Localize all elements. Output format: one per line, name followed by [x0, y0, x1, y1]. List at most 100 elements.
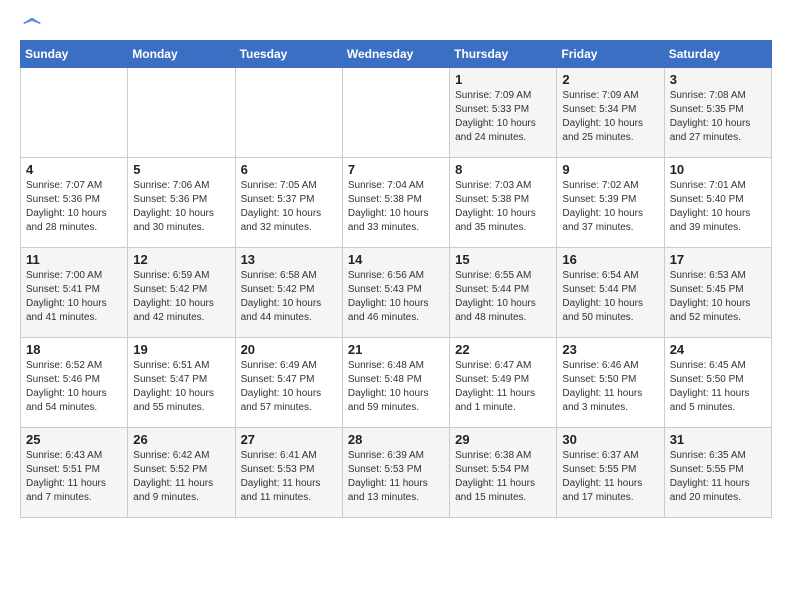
day-number: 28 [348, 432, 444, 447]
day-number: 1 [455, 72, 551, 87]
day-header-saturday: Saturday [664, 41, 771, 68]
calendar-cell: 2 Sunrise: 7:09 AM Sunset: 5:34 PM Daylig… [557, 68, 664, 158]
cell-content: Sunrise: 6:35 AM Sunset: 5:55 PM Dayligh… [670, 449, 766, 505]
calendar-cell: 16 Sunrise: 6:54 AM Sunset: 5:44 PM Dayli… [557, 248, 664, 338]
day-header-thursday: Thursday [450, 41, 557, 68]
cell-content: Sunrise: 7:09 AM Sunset: 5:33 PM Dayligh… [455, 89, 551, 145]
calendar-cell: 8 Sunrise: 7:03 AM Sunset: 5:38 PM Daylig… [450, 158, 557, 248]
calendar-cell: 1 Sunrise: 7:09 AM Sunset: 5:33 PM Daylig… [450, 68, 557, 158]
calendar-cell: 3 Sunrise: 7:08 AM Sunset: 5:35 PM Daylig… [664, 68, 771, 158]
cell-content: Sunrise: 6:49 AM Sunset: 5:47 PM Dayligh… [241, 359, 337, 415]
calendar-cell: 28 Sunrise: 6:39 AM Sunset: 5:53 PM Dayli… [342, 428, 449, 518]
calendar-cell: 7 Sunrise: 7:04 AM Sunset: 5:38 PM Daylig… [342, 158, 449, 248]
cell-content: Sunrise: 7:08 AM Sunset: 5:35 PM Dayligh… [670, 89, 766, 145]
calendar-cell: 24 Sunrise: 6:45 AM Sunset: 5:50 PM Dayli… [664, 338, 771, 428]
day-number: 16 [562, 252, 658, 267]
week-row-2: 4Sunrise: 7:07 AM Sunset: 5:36 PM Daylig… [21, 158, 772, 248]
logo-icon [22, 16, 42, 36]
calendar-cell: 12 Sunrise: 6:59 AM Sunset: 5:42 PM Dayli… [128, 248, 235, 338]
logo [20, 20, 42, 30]
cell-content: Sunrise: 6:37 AM Sunset: 5:55 PM Dayligh… [562, 449, 658, 505]
calendar-cell: 18 Sunrise: 6:52 AM Sunset: 5:46 PM Dayli… [21, 338, 128, 428]
calendar-cell: 25 Sunrise: 6:43 AM Sunset: 5:51 PM Dayli… [21, 428, 128, 518]
calendar-cell: 22Sunrise: 6:47 AM Sunset: 5:49 PM Dayli… [450, 338, 557, 428]
day-number: 21 [348, 342, 444, 357]
day-number: 3 [670, 72, 766, 87]
calendar-cell: 26Sunrise: 6:42 AM Sunset: 5:52 PM Dayli… [128, 428, 235, 518]
calendar-table: SundayMondayTuesdayWednesdayThursdayFrid… [20, 40, 772, 518]
day-number: 31 [670, 432, 766, 447]
cell-content: Sunrise: 6:55 AM Sunset: 5:44 PM Dayligh… [455, 269, 551, 325]
cell-content: Sunrise: 6:39 AM Sunset: 5:53 PM Dayligh… [348, 449, 444, 505]
calendar-cell: 6 Sunrise: 7:05 AM Sunset: 5:37 PM Daylig… [235, 158, 342, 248]
calendar-cell [128, 68, 235, 158]
day-number: 26 [133, 432, 229, 447]
page-header [20, 20, 772, 30]
day-number: 23 [562, 342, 658, 357]
calendar-cell: 30 Sunrise: 6:37 AM Sunset: 5:55 PM Dayli… [557, 428, 664, 518]
week-row-3: 11 Sunrise: 7:00 AM Sunset: 5:41 PM Dayli… [21, 248, 772, 338]
cell-content: Sunrise: 7:02 AM Sunset: 5:39 PM Dayligh… [562, 179, 658, 235]
cell-content: Sunrise: 6:38 AM Sunset: 5:54 PM Dayligh… [455, 449, 551, 505]
day-number: 15 [455, 252, 551, 267]
cell-content: Sunrise: 7:01 AM Sunset: 5:40 PM Dayligh… [670, 179, 766, 235]
cell-content: Sunrise: 7:04 AM Sunset: 5:38 PM Dayligh… [348, 179, 444, 235]
cell-content: Sunrise: 6:48 AM Sunset: 5:48 PM Dayligh… [348, 359, 444, 415]
day-number: 29 [455, 432, 551, 447]
day-number: 17 [670, 252, 766, 267]
cell-content: Sunrise: 6:52 AM Sunset: 5:46 PM Dayligh… [26, 359, 122, 415]
day-number: 30 [562, 432, 658, 447]
week-row-5: 25 Sunrise: 6:43 AM Sunset: 5:51 PM Dayli… [21, 428, 772, 518]
calendar-cell: 5 Sunrise: 7:06 AM Sunset: 5:36 PM Daylig… [128, 158, 235, 248]
cell-content: Sunrise: 6:43 AM Sunset: 5:51 PM Dayligh… [26, 449, 122, 505]
cell-content: Sunrise: 6:47 AM Sunset: 5:49 PM Dayligh… [455, 359, 551, 415]
day-number: 4 [26, 162, 122, 177]
calendar-cell: 13 Sunrise: 6:58 AM Sunset: 5:42 PM Dayli… [235, 248, 342, 338]
calendar-cell: 10Sunrise: 7:01 AM Sunset: 5:40 PM Dayli… [664, 158, 771, 248]
week-row-4: 18 Sunrise: 6:52 AM Sunset: 5:46 PM Dayli… [21, 338, 772, 428]
cell-content: Sunrise: 7:03 AM Sunset: 5:38 PM Dayligh… [455, 179, 551, 235]
day-number: 19 [133, 342, 229, 357]
cell-content: Sunrise: 6:45 AM Sunset: 5:50 PM Dayligh… [670, 359, 766, 415]
day-header-wednesday: Wednesday [342, 41, 449, 68]
cell-content: Sunrise: 6:54 AM Sunset: 5:44 PM Dayligh… [562, 269, 658, 325]
calendar-cell [235, 68, 342, 158]
day-number: 7 [348, 162, 444, 177]
day-number: 8 [455, 162, 551, 177]
cell-content: Sunrise: 6:51 AM Sunset: 5:47 PM Dayligh… [133, 359, 229, 415]
calendar-cell: 19 Sunrise: 6:51 AM Sunset: 5:47 PM Dayli… [128, 338, 235, 428]
day-number: 6 [241, 162, 337, 177]
cell-content: Sunrise: 6:56 AM Sunset: 5:43 PM Dayligh… [348, 269, 444, 325]
calendar-cell: 29 Sunrise: 6:38 AM Sunset: 5:54 PM Dayli… [450, 428, 557, 518]
cell-content: Sunrise: 6:53 AM Sunset: 5:45 PM Dayligh… [670, 269, 766, 325]
days-header-row: SundayMondayTuesdayWednesdayThursdayFrid… [21, 41, 772, 68]
day-header-monday: Monday [128, 41, 235, 68]
calendar-cell: 20Sunrise: 6:49 AM Sunset: 5:47 PM Dayli… [235, 338, 342, 428]
calendar-cell: 21 Sunrise: 6:48 AM Sunset: 5:48 PM Dayli… [342, 338, 449, 428]
calendar-cell: 14 Sunrise: 6:56 AM Sunset: 5:43 PM Dayli… [342, 248, 449, 338]
day-number: 13 [241, 252, 337, 267]
day-number: 12 [133, 252, 229, 267]
calendar-cell: 17 Sunrise: 6:53 AM Sunset: 5:45 PM Dayli… [664, 248, 771, 338]
cell-content: Sunrise: 6:58 AM Sunset: 5:42 PM Dayligh… [241, 269, 337, 325]
calendar-cell [342, 68, 449, 158]
day-number: 5 [133, 162, 229, 177]
cell-content: Sunrise: 7:09 AM Sunset: 5:34 PM Dayligh… [562, 89, 658, 145]
cell-content: Sunrise: 7:06 AM Sunset: 5:36 PM Dayligh… [133, 179, 229, 235]
day-header-tuesday: Tuesday [235, 41, 342, 68]
day-number: 2 [562, 72, 658, 87]
calendar-cell [21, 68, 128, 158]
calendar-cell: 27Sunrise: 6:41 AM Sunset: 5:53 PM Dayli… [235, 428, 342, 518]
day-number: 11 [26, 252, 122, 267]
cell-content: Sunrise: 6:41 AM Sunset: 5:53 PM Dayligh… [241, 449, 337, 505]
calendar-cell: 11 Sunrise: 7:00 AM Sunset: 5:41 PM Dayli… [21, 248, 128, 338]
cell-content: Sunrise: 7:05 AM Sunset: 5:37 PM Dayligh… [241, 179, 337, 235]
calendar-cell: 23Sunrise: 6:46 AM Sunset: 5:50 PM Dayli… [557, 338, 664, 428]
cell-content: Sunrise: 6:59 AM Sunset: 5:42 PM Dayligh… [133, 269, 229, 325]
day-number: 24 [670, 342, 766, 357]
day-number: 14 [348, 252, 444, 267]
day-number: 18 [26, 342, 122, 357]
cell-content: Sunrise: 7:00 AM Sunset: 5:41 PM Dayligh… [26, 269, 122, 325]
day-number: 25 [26, 432, 122, 447]
calendar-cell: 31 Sunrise: 6:35 AM Sunset: 5:55 PM Dayli… [664, 428, 771, 518]
